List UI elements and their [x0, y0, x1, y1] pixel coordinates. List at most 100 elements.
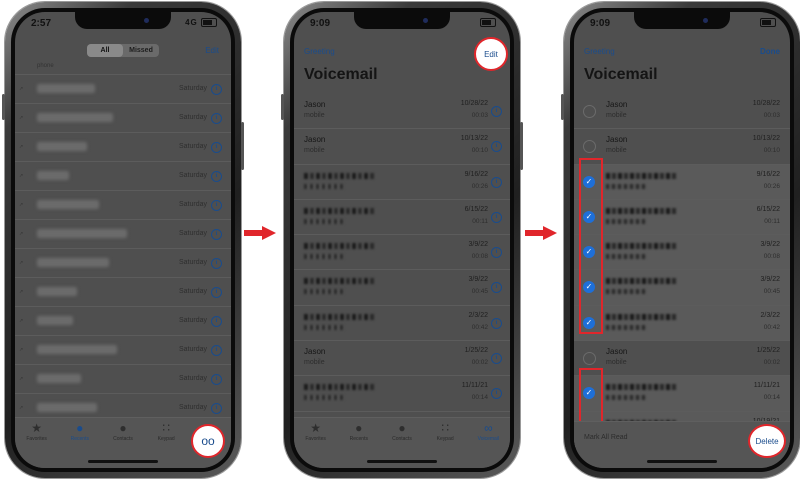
voicemail-row[interactable]: Jason mobile 10/28/22 00:03 i	[294, 94, 510, 130]
caller-label: mobile	[606, 359, 627, 367]
table-row[interactable]: ↗ Saturday i	[15, 278, 231, 307]
voicemail-row[interactable]: 6/15/22 00:11 i	[294, 200, 510, 236]
voicemail-tab-highlight[interactable]: oo	[191, 424, 225, 458]
voicemail-row[interactable]: 3/9/22 00:45 i	[294, 270, 510, 306]
table-row[interactable]: ↗ Saturday i	[15, 191, 231, 220]
info-icon[interactable]: i	[211, 345, 222, 356]
battery-icon	[760, 18, 776, 28]
tab-label: Contacts	[392, 436, 412, 442]
voicemail-date: 3/9/22	[760, 276, 780, 284]
info-icon[interactable]: i	[211, 142, 222, 153]
tab-favorites[interactable]: ★ Favorites	[299, 422, 333, 468]
info-icon[interactable]: i	[211, 171, 222, 182]
voicemail-row[interactable]: Jason mobile 10/13/22 00:10 i	[294, 129, 510, 165]
select-circle[interactable]	[583, 105, 596, 118]
info-icon[interactable]: i	[211, 316, 222, 327]
voicemail-row[interactable]: ✓ 3/9/22 00:08	[574, 235, 790, 271]
blurred-contact	[37, 258, 109, 267]
done-button[interactable]: Done	[760, 47, 780, 56]
table-row[interactable]: ↗ Saturday i	[15, 104, 231, 133]
tab-voicemail[interactable]: ∞Voicemail	[471, 422, 505, 468]
info-icon[interactable]: i	[211, 113, 222, 124]
tab-favorites[interactable]: ★ Favorites	[20, 422, 54, 468]
info-icon[interactable]: i	[491, 106, 502, 117]
info-icon[interactable]: i	[491, 388, 502, 400]
table-row[interactable]: ↗ Saturday i	[15, 133, 231, 162]
info-icon[interactable]: i	[211, 229, 222, 240]
info-icon[interactable]: i	[211, 287, 222, 298]
info-icon[interactable]: i	[491, 353, 502, 365]
info-icon[interactable]: i	[491, 141, 502, 153]
select-circle[interactable]	[583, 140, 596, 154]
info-icon[interactable]: i	[491, 282, 502, 294]
pixelated-caller	[606, 289, 646, 295]
pixelated-caller	[304, 254, 344, 260]
camera-icon	[423, 18, 428, 23]
voicemail-row[interactable]: Jason mobile 1/25/22 00:02 i	[294, 341, 510, 377]
info-icon[interactable]: i	[211, 258, 222, 269]
table-row[interactable]: ↗ Saturday i	[15, 249, 231, 278]
voicemail-row[interactable]: 2/3/22 00:42 i	[294, 306, 510, 342]
info-icon[interactable]: i	[211, 200, 222, 211]
voicemail-row[interactable]: 11/11/21 00:14 i	[294, 376, 510, 412]
voicemail-date: 10/13/22	[752, 135, 780, 143]
call-day: Saturday	[178, 114, 207, 121]
filter-missed[interactable]: Missed	[123, 44, 159, 57]
delete-button-highlight[interactable]: Delete	[748, 424, 786, 458]
delete-button[interactable]: Delete	[755, 437, 778, 446]
table-row[interactable]: ↗ Saturday i	[15, 75, 231, 104]
table-row[interactable]: ↗ Saturday i	[15, 220, 231, 249]
voicemail-duration: 00:14	[763, 394, 780, 402]
select-circle[interactable]	[583, 352, 596, 366]
voicemail-date: 3/9/22	[468, 241, 488, 249]
mark-all-read-button[interactable]: Mark All Read	[584, 434, 628, 441]
info-icon[interactable]: i	[211, 374, 222, 385]
info-icon[interactable]: i	[491, 211, 502, 223]
voicemail-row[interactable]: ✓ 6/15/22 00:11	[574, 199, 790, 236]
edit-button-highlight[interactable]: Edit	[474, 37, 508, 71]
voicemail-row[interactable]: ✓ 11/11/21 00:14	[574, 376, 790, 412]
arrow-right-icon	[525, 226, 559, 240]
voicemail-row[interactable]: Jason mobile 10/13/22 00:10	[574, 129, 790, 165]
voicemail-row[interactable]: ✓ 2/3/22 00:42	[574, 305, 790, 342]
info-icon[interactable]: i	[491, 176, 502, 188]
table-row[interactable]: ↗ Saturday i	[15, 336, 231, 365]
voicemail-duration: 00:26	[763, 182, 780, 190]
outgoing-call-icon: ↗	[19, 347, 24, 353]
phone-voicemail-edit: 9:09 Greeting Done Voicemail Jason mobile…	[561, 2, 800, 478]
outgoing-call-icon: ↗	[19, 289, 24, 295]
blurred-contact	[37, 142, 87, 151]
voicemail-date: 10/28/22	[460, 100, 488, 107]
edit-button[interactable]: Edit	[484, 50, 498, 59]
voicemail-row[interactable]: Jason mobile 10/28/22 00:03	[574, 94, 790, 130]
info-icon[interactable]: i	[491, 247, 502, 259]
table-row[interactable]: ↗ Saturday i	[15, 365, 231, 394]
caller-name: Jason	[304, 347, 326, 357]
outgoing-call-icon: ↗	[19, 260, 24, 266]
call-day: Saturday	[178, 346, 207, 353]
edit-button[interactable]: Edit	[205, 46, 219, 55]
table-row[interactable]: ↗ Saturday i	[15, 307, 231, 336]
voicemail-row[interactable]: Jason mobile 1/25/22 00:02	[574, 341, 790, 377]
table-row[interactable]: phone	[15, 62, 231, 75]
voicemail-row[interactable]: 3/9/22 00:08 i	[294, 235, 510, 271]
pixelated-caller	[304, 218, 344, 224]
tab-label: Favorites	[305, 436, 326, 442]
filter-all[interactable]: All	[87, 44, 123, 57]
voicemail-date: 3/9/22	[468, 276, 488, 284]
voicemail-list: Jason mobile 10/28/22 00:03 Jason mobile 10/13…	[574, 94, 790, 447]
voicemail-date: 6/15/22	[464, 205, 488, 213]
greeting-button[interactable]: Greeting	[304, 47, 335, 56]
info-icon[interactable]: i	[211, 84, 222, 95]
pixelated-caller	[304, 243, 374, 250]
pixelated-caller	[304, 183, 344, 189]
voicemail-row[interactable]: 9/16/22 00:26 i	[294, 165, 510, 200]
voicemail-row[interactable]: ✓ 3/9/22 00:45	[574, 270, 790, 306]
greeting-button[interactable]: Greeting	[584, 47, 615, 56]
table-row[interactable]: ↗ Saturday i	[15, 162, 231, 191]
pixelated-caller	[606, 254, 646, 260]
info-icon[interactable]: i	[211, 403, 222, 414]
voicemail-row[interactable]: ✓ 9/16/22 00:26	[574, 164, 790, 200]
info-icon[interactable]: i	[491, 317, 502, 329]
pixelated-caller	[304, 384, 374, 391]
